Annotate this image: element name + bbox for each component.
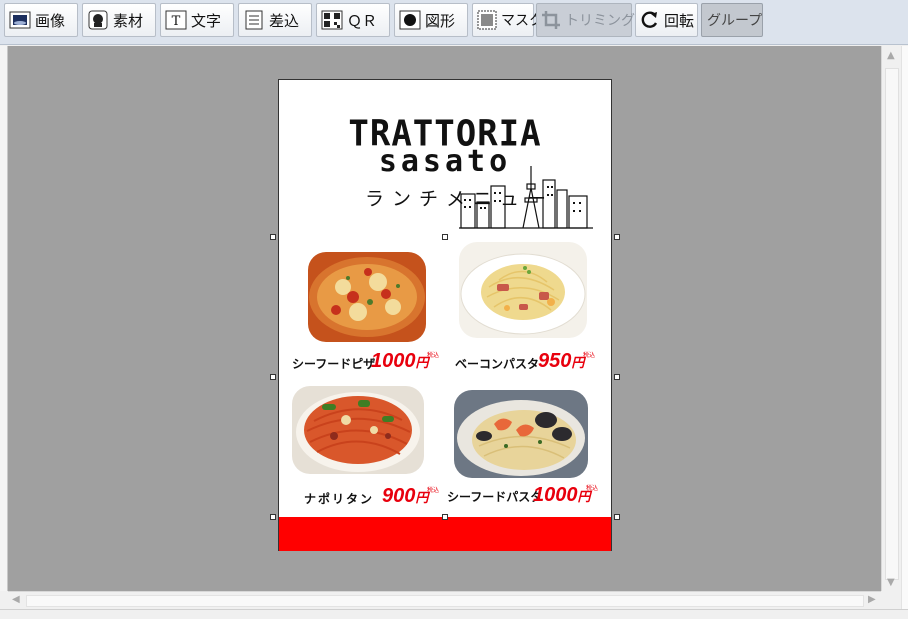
selection-handle[interactable]: [270, 374, 276, 380]
horizontal-scroll-thumb[interactable]: [26, 595, 864, 607]
vertical-scroll-thumb[interactable]: [885, 68, 899, 580]
tax-included-note: 税込: [427, 352, 440, 359]
group-button-label: グループ: [707, 13, 763, 29]
menu-item-name[interactable]: シーフードピザ: [292, 355, 375, 372]
selection-handle[interactable]: [270, 234, 276, 240]
right-gutter: [901, 46, 908, 618]
vertical-scrollbar[interactable]: ▲ ▼: [881, 46, 901, 591]
selection-handle[interactable]: [614, 514, 620, 520]
trimming-button-label: トリミング: [565, 13, 635, 29]
city-skyline-icon[interactable]: [459, 166, 599, 230]
text-icon: T: [165, 9, 187, 31]
selection-handle[interactable]: [270, 514, 276, 520]
group-button[interactable]: グループ: [701, 3, 763, 37]
rotate-button-label: 回転: [664, 11, 695, 30]
selection-handle[interactable]: [614, 374, 620, 380]
image-icon: [9, 9, 31, 31]
image-button[interactable]: 画像: [4, 3, 78, 37]
material-icon: [87, 9, 109, 31]
trimming-button[interactable]: トリミング: [536, 3, 635, 37]
scroll-right-arrow-icon[interactable]: ▶: [868, 595, 876, 605]
text-button[interactable]: T 文字: [160, 3, 234, 37]
menu-item-name[interactable]: シーフードパスタ: [447, 488, 542, 505]
bacon-pasta-photo[interactable]: [459, 242, 587, 338]
mask-button[interactable]: マスク: [472, 3, 543, 37]
qr-icon: [321, 9, 343, 31]
left-panel-edge: [0, 46, 8, 591]
menu-item-name[interactable]: ナポリタン: [304, 490, 374, 507]
mask-icon: [477, 9, 497, 31]
crop-icon: [541, 9, 561, 31]
scroll-down-arrow-icon[interactable]: ▼: [887, 578, 895, 588]
text-button-label: 文字: [191, 11, 222, 30]
flyer-page[interactable]: TRATTORIA sasato ランチメニュー シーフードピザ 1000円 税…: [278, 79, 612, 551]
footer-red-band[interactable]: [279, 517, 611, 551]
tax-included-note: 税込: [586, 485, 599, 492]
selection-handle[interactable]: [442, 514, 448, 520]
napolitan-photo[interactable]: [292, 386, 424, 474]
menu-item-price[interactable]: 1000円: [533, 484, 591, 507]
selection-handle[interactable]: [614, 234, 620, 240]
image-button-label: 画像: [35, 11, 66, 30]
scroll-left-arrow-icon[interactable]: ◀: [12, 595, 20, 605]
menu-item-price[interactable]: 1000円: [371, 350, 429, 373]
material-button[interactable]: 素材: [82, 3, 156, 37]
tax-included-note: 税込: [583, 352, 596, 359]
seafood-pasta-photo[interactable]: [454, 390, 588, 478]
material-button-label: 素材: [113, 11, 144, 30]
rotate-icon: [640, 9, 660, 31]
insert-button-label: 差込: [269, 11, 300, 30]
menu-item-price[interactable]: 900円: [382, 485, 428, 508]
rotate-button[interactable]: 回転: [635, 3, 698, 37]
menu-item-price[interactable]: 950円: [538, 350, 584, 373]
qr-button[interactable]: ＱＲ: [316, 3, 390, 37]
menu-item-name[interactable]: ベーコンパスタ: [455, 355, 539, 372]
tax-included-note: 税込: [427, 487, 440, 494]
selection-handle[interactable]: [442, 234, 448, 240]
toolbar: 画像 素材 T 文字 差込 ＱＲ 図形 マスク トリミング 回転 グループ: [0, 0, 908, 45]
seafood-pizza-photo[interactable]: [308, 252, 426, 342]
insert-button[interactable]: 差込: [238, 3, 312, 37]
scroll-up-arrow-icon[interactable]: ▲: [887, 51, 895, 61]
qr-button-label: ＱＲ: [347, 11, 378, 30]
horizontal-scrollbar[interactable]: ◀ ▶: [8, 591, 881, 609]
insert-icon: [243, 9, 265, 31]
shape-button[interactable]: 図形: [394, 3, 468, 37]
shape-icon: [399, 9, 421, 31]
shape-button-label: 図形: [425, 11, 456, 30]
svg-text:T: T: [172, 14, 181, 29]
